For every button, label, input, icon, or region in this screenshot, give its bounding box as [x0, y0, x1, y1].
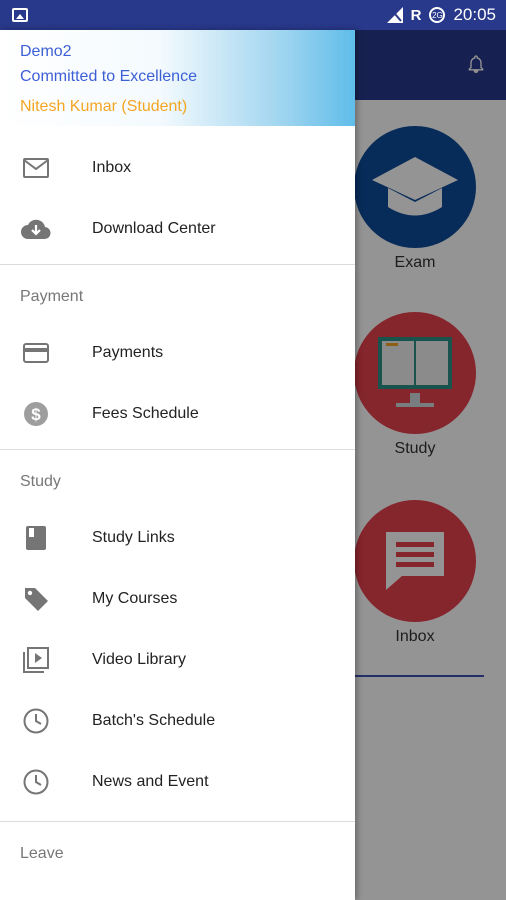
menu-item-label: My Courses	[92, 589, 178, 607]
menu-item-payments[interactable]: Payments	[0, 322, 355, 383]
menu-item-download-center[interactable]: Download Center	[0, 198, 355, 259]
menu-item-fees-schedule[interactable]: $ Fees Schedule	[0, 383, 355, 444]
menu-item-study-links[interactable]: Study Links	[0, 507, 355, 568]
menu-item-label: Video Library	[92, 650, 186, 668]
menu-item-inbox[interactable]: Inbox	[0, 137, 355, 198]
section-header-study: Study	[0, 450, 355, 507]
book-icon	[21, 523, 51, 553]
tag-icon	[21, 584, 51, 614]
user-name: Nitesh Kumar (Student)	[20, 98, 188, 115]
menu-item-news-and-event[interactable]: News and Event	[0, 751, 355, 812]
status-time: 20:05	[453, 5, 496, 24]
section-header-leave: Leave	[0, 822, 355, 879]
clock-icon	[21, 767, 51, 797]
institute-tagline: Committed to Excellence	[20, 68, 197, 85]
navigation-drawer: Demo2 Committed to Excellence Nitesh Kum…	[0, 30, 355, 900]
drawer-header: Demo2 Committed to Excellence Nitesh Kum…	[0, 30, 355, 126]
data-saver-icon: 2G	[429, 7, 446, 23]
menu-item-label: Study Links	[92, 528, 175, 546]
signal-icon	[386, 7, 403, 23]
menu-item-label: Download Center	[92, 219, 216, 237]
credit-card-icon	[21, 338, 51, 368]
cloud-download-icon	[21, 214, 51, 244]
network-type: R	[410, 6, 422, 24]
section-label: Payment	[20, 288, 84, 305]
menu-item-label: News and Event	[92, 772, 209, 790]
menu-item-video-library[interactable]: Video Library	[0, 629, 355, 690]
dollar-circle-icon: $	[21, 399, 51, 429]
menu-item-label: Fees Schedule	[92, 404, 199, 422]
status-bar: R 2G 20:05	[0, 0, 506, 30]
menu-item-label: Inbox	[92, 158, 132, 176]
menu-item-label: Payments	[92, 343, 164, 361]
institute-info: Demo2 Committed to Excellence	[20, 39, 197, 89]
menu-item-batchs-schedule[interactable]: Batch's Schedule	[0, 690, 355, 751]
institute-name: Demo2	[20, 43, 72, 60]
menu-item-label: Batch's Schedule	[92, 711, 216, 729]
clock-icon	[21, 706, 51, 736]
menu-item-my-courses[interactable]: My Courses	[0, 568, 355, 629]
section-label: Study	[20, 473, 61, 490]
svg-text:$: $	[31, 405, 41, 424]
gallery-notification-icon	[12, 8, 28, 22]
section-label: Leave	[20, 845, 64, 862]
section-header-payment: Payment	[0, 265, 355, 322]
mail-icon	[21, 153, 51, 183]
video-library-icon	[21, 645, 51, 675]
